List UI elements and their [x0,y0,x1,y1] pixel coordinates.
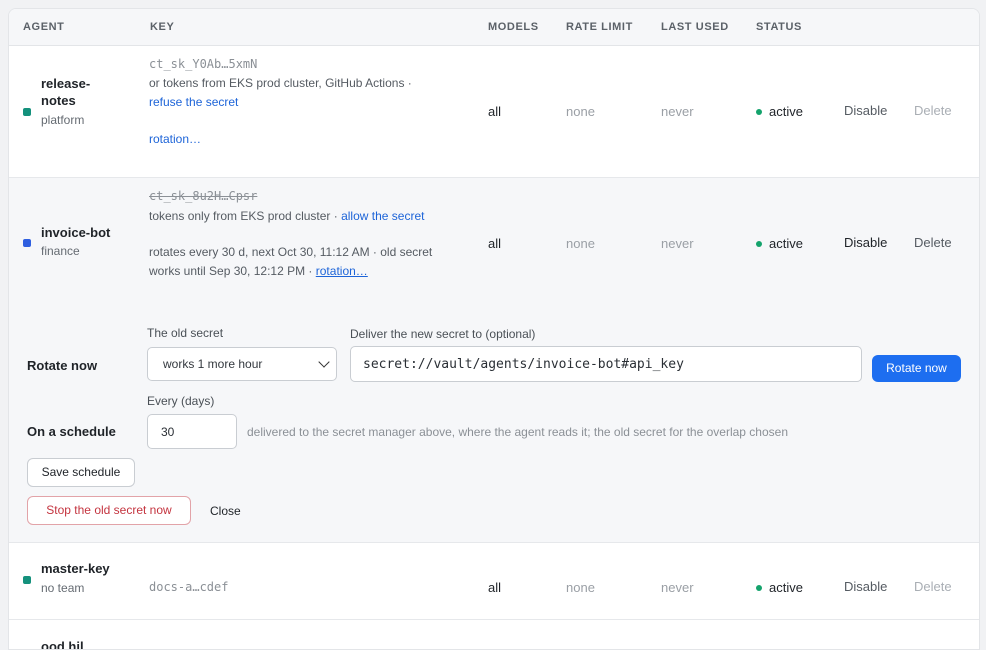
status-badge: active [756,580,803,595]
status-dot-icon [756,108,762,115]
rotation-schedule-cont: works until Sep 30, 12:12 PM · rotation… [149,264,368,278]
status-text: active [769,236,803,251]
deliver-secret-value: secret://vault/agents/invoice-bot#api_ke… [363,357,684,372]
col-last-used-header: LAST USED [661,21,729,33]
last-used-value: never [661,104,694,119]
deliver-secret-input[interactable]: secret://vault/agents/invoice-bot#api_ke… [350,346,862,382]
agent-team: finance [41,244,80,258]
team-color-dot [23,239,31,247]
rotate-now-heading: Rotate now [27,358,98,373]
delete-button[interactable]: Delete [914,579,952,594]
rate-limit-value: none [566,580,595,595]
status-badge: active [756,104,803,119]
schedule-hint: delivered to the secret manager above, w… [247,425,788,439]
delete-button[interactable]: Delete [914,235,952,250]
key-policy: or tokens from EKS prod cluster, GitHub … [149,76,412,90]
key-prefix: ct_sk_8u2H…Cpsr [149,189,258,203]
close-button[interactable]: Close [210,504,241,518]
table-row: ood hil [9,620,979,650]
table-header: AGENT KEY MODELS RATE LIMIT LAST USED ST… [9,9,979,46]
disable-button[interactable]: Disable [844,579,887,594]
table-row: invoice-bot finance ct_sk_8u2H…Cpsr toke… [9,178,979,310]
rate-limit-value: none [566,236,595,251]
rotation-panel: The old secret Deliver the new secret to… [9,309,979,543]
col-models-header: MODELS [488,21,539,33]
col-rate-limit-header: RATE LIMIT [566,21,633,33]
table-row: master-key no team docs-a…cdef all none … [9,543,979,620]
agent-team: platform [41,113,85,127]
last-used-value: never [661,236,694,251]
disable-button[interactable]: Disable [844,235,887,250]
key-policy: tokens only from EKS prod cluster · allo… [149,209,424,223]
key-prefix: docs-a…cdef [149,580,229,594]
disable-button[interactable]: Disable [844,103,887,118]
agent-name: release- [41,76,91,91]
status-dot-icon [756,584,762,591]
agent-name: master-key [41,561,110,576]
refuse-secret-link[interactable]: refuse the secret [149,95,238,109]
status-badge: active [756,236,803,251]
team-color-dot [23,576,31,584]
col-agent-header: AGENT [23,21,65,33]
team-color-dot [23,108,31,116]
key-prefix: ct_sk_Y0Ab…5xmN [149,57,258,71]
save-schedule-button[interactable]: Save schedule [27,458,135,487]
rotation-link[interactable]: rotation… [149,132,201,146]
models-value: all [488,580,502,595]
schedule-heading: On a schedule [27,424,116,439]
stop-old-secret-button[interactable]: Stop the old secret now [27,496,191,525]
models-value: all [488,104,502,119]
old-secret-select[interactable]: works 1 more hour [147,347,337,381]
agent-team: no team [41,581,85,595]
key-policy-text: tokens only from EKS prod cluster · [149,209,338,223]
rotate-now-button[interactable]: Rotate now [872,355,961,382]
every-days-label: Every (days) [147,394,215,408]
last-used-value: never [661,580,694,595]
rotation-overlap-text: works until Sep 30, 12:12 PM · [149,264,313,278]
chevron-down-icon [318,356,330,368]
agent-name-cont: notes [41,93,76,108]
agent-name: ood hil [41,639,84,650]
agents-table: AGENT KEY MODELS RATE LIMIT LAST USED ST… [8,8,980,650]
deliver-label: Deliver the new secret to (optional) [350,327,536,341]
allow-secret-link[interactable]: allow the secret [341,209,424,223]
col-key-header: KEY [150,21,175,33]
rotation-schedule: rotates every 30 d, next Oct 30, 11:12 A… [149,245,433,259]
col-status-header: STATUS [756,21,802,33]
status-text: active [769,580,803,595]
old-secret-label: The old secret [147,326,224,340]
table-row: release- notes platform ct_sk_Y0Ab…5xmN … [9,46,979,178]
rate-limit-value: none [566,104,595,119]
models-value: all [488,236,502,251]
every-days-input[interactable]: 30 [147,414,237,449]
old-secret-selected-value: works 1 more hour [163,357,263,371]
status-text: active [769,104,803,119]
agent-name: invoice-bot [41,225,111,240]
status-dot-icon [756,240,762,247]
delete-button[interactable]: Delete [914,103,952,118]
every-days-value: 30 [161,425,175,439]
rotation-link[interactable]: rotation… [316,264,368,278]
